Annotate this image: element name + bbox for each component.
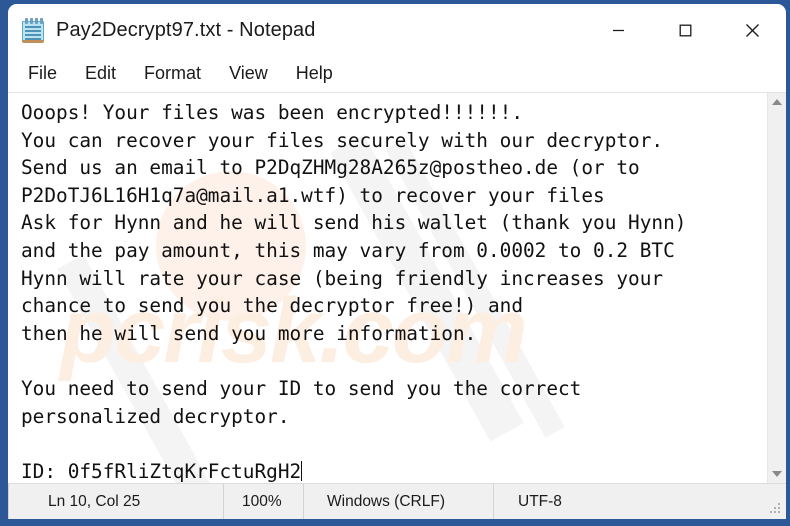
scroll-down-button[interactable] [768, 465, 787, 483]
minimize-button[interactable] [585, 4, 652, 56]
desktop-background: Pay2Decrypt97.txt - Notepad File Edit Fo… [0, 0, 790, 526]
notepad-icon [22, 17, 44, 43]
window-controls [585, 4, 786, 56]
close-icon [746, 23, 759, 37]
vertical-scrollbar[interactable] [767, 93, 786, 483]
title-bar-left: Pay2Decrypt97.txt - Notepad [8, 17, 316, 43]
menu-item-help[interactable]: Help [282, 60, 347, 89]
scroll-down-icon [772, 471, 782, 477]
status-zoom-level[interactable]: 100% [223, 483, 303, 519]
menu-item-view[interactable]: View [215, 60, 282, 89]
title-bar[interactable]: Pay2Decrypt97.txt - Notepad [8, 4, 786, 56]
menu-item-file[interactable]: File [22, 60, 71, 89]
close-button[interactable] [719, 4, 786, 56]
window-title: Pay2Decrypt97.txt - Notepad [56, 18, 316, 41]
status-encoding[interactable]: UTF-8 [493, 483, 653, 519]
scroll-up-icon [772, 99, 782, 105]
maximize-icon [679, 24, 692, 36]
status-line-ending[interactable]: Windows (CRLF) [303, 483, 493, 519]
document-text: Ooops! Your files was been encrypted!!!!… [21, 99, 767, 483]
editor-area: pcrisk.com Ooops! Your files was been en… [8, 92, 786, 483]
scroll-up-button[interactable] [768, 93, 787, 111]
menu-bar: File Edit Format View Help [8, 56, 786, 92]
menu-item-format[interactable]: Format [130, 60, 215, 89]
status-cursor-position[interactable]: Ln 10, Col 25 [8, 483, 223, 519]
text-caret [301, 460, 303, 481]
notepad-window: Pay2Decrypt97.txt - Notepad File Edit Fo… [8, 4, 786, 519]
menu-item-edit[interactable]: Edit [71, 60, 130, 89]
resize-grip[interactable] [769, 502, 781, 514]
text-editor[interactable]: pcrisk.com Ooops! Your files was been en… [8, 93, 767, 483]
status-bar: Ln 10, Col 25 100% Windows (CRLF) UTF-8 [8, 483, 786, 519]
maximize-button[interactable] [652, 4, 719, 56]
document-body: Ooops! Your files was been encrypted!!!!… [21, 101, 687, 483]
minimize-icon [613, 29, 624, 31]
